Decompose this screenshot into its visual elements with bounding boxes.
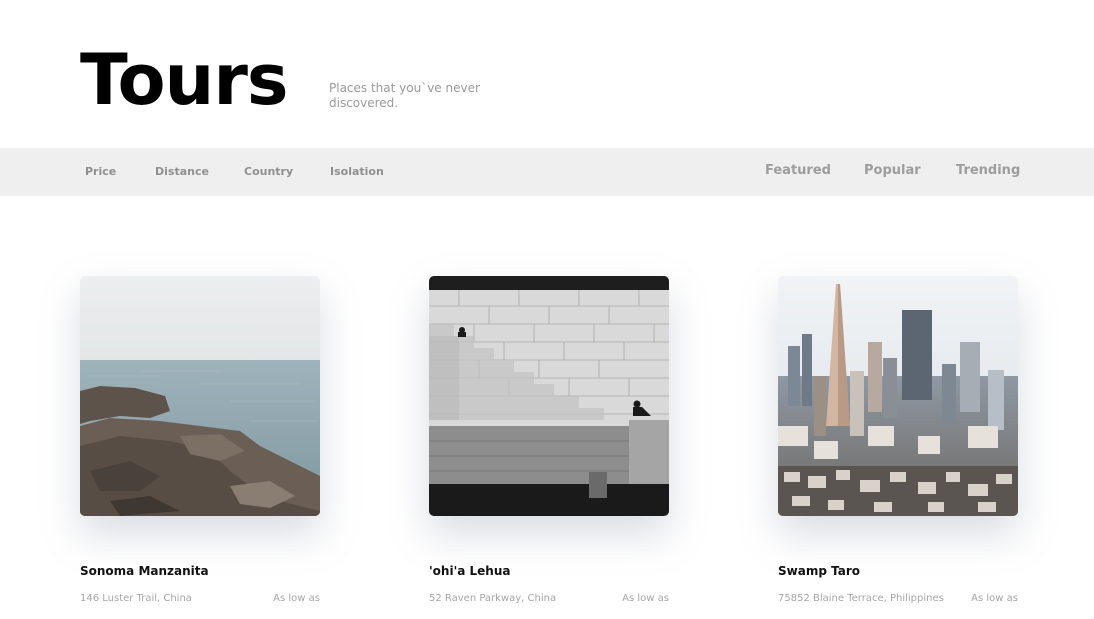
tour-card: 'ohi'a Lehua 52 Raven Parkway, China As … bbox=[429, 276, 669, 616]
rocky-seashore-photo[interactable] bbox=[80, 276, 320, 516]
tab-featured[interactable]: Featured bbox=[765, 163, 831, 178]
tour-address: 146 Luster Trail, China bbox=[80, 593, 192, 604]
page-header: Tours Places that you`ve never discovere… bbox=[0, 0, 1094, 148]
filter-country[interactable]: Country bbox=[244, 165, 293, 178]
tour-name[interactable]: 'ohi'a Lehua bbox=[429, 564, 511, 578]
tour-card: Sonoma Manzanita 146 Luster Trail, China… bbox=[80, 276, 320, 616]
filter-bar: Price Distance Country Isolation Feature… bbox=[0, 148, 1094, 196]
tour-name[interactable]: Sonoma Manzanita bbox=[80, 564, 209, 578]
city-skyline-image bbox=[778, 276, 1018, 516]
page-title: Tours bbox=[80, 39, 289, 121]
stone-stairs-wall-photo[interactable] bbox=[429, 276, 669, 516]
city-skyline-photo[interactable] bbox=[778, 276, 1018, 516]
tab-popular[interactable]: Popular bbox=[864, 163, 921, 178]
tour-price-label: As low as bbox=[622, 593, 669, 604]
tour-card: Swamp Taro 75852 Blaine Terrace, Philipp… bbox=[778, 276, 1018, 616]
tour-name[interactable]: Swamp Taro bbox=[778, 564, 860, 578]
filter-distance[interactable]: Distance bbox=[155, 165, 209, 178]
tour-address: 52 Raven Parkway, China bbox=[429, 593, 557, 604]
tour-price-label: As low as bbox=[971, 593, 1018, 604]
rocky-seashore-image bbox=[80, 276, 320, 516]
stone-stairs-image bbox=[429, 276, 669, 516]
filter-price[interactable]: Price bbox=[85, 165, 116, 178]
filter-isolation[interactable]: Isolation bbox=[330, 165, 384, 178]
tab-trending[interactable]: Trending bbox=[956, 163, 1020, 178]
tour-price-label: As low as bbox=[273, 593, 320, 604]
page-subtitle: Places that you`ve never discovered. bbox=[329, 81, 480, 110]
tour-address: 75852 Blaine Terrace, Philippines bbox=[778, 593, 944, 604]
